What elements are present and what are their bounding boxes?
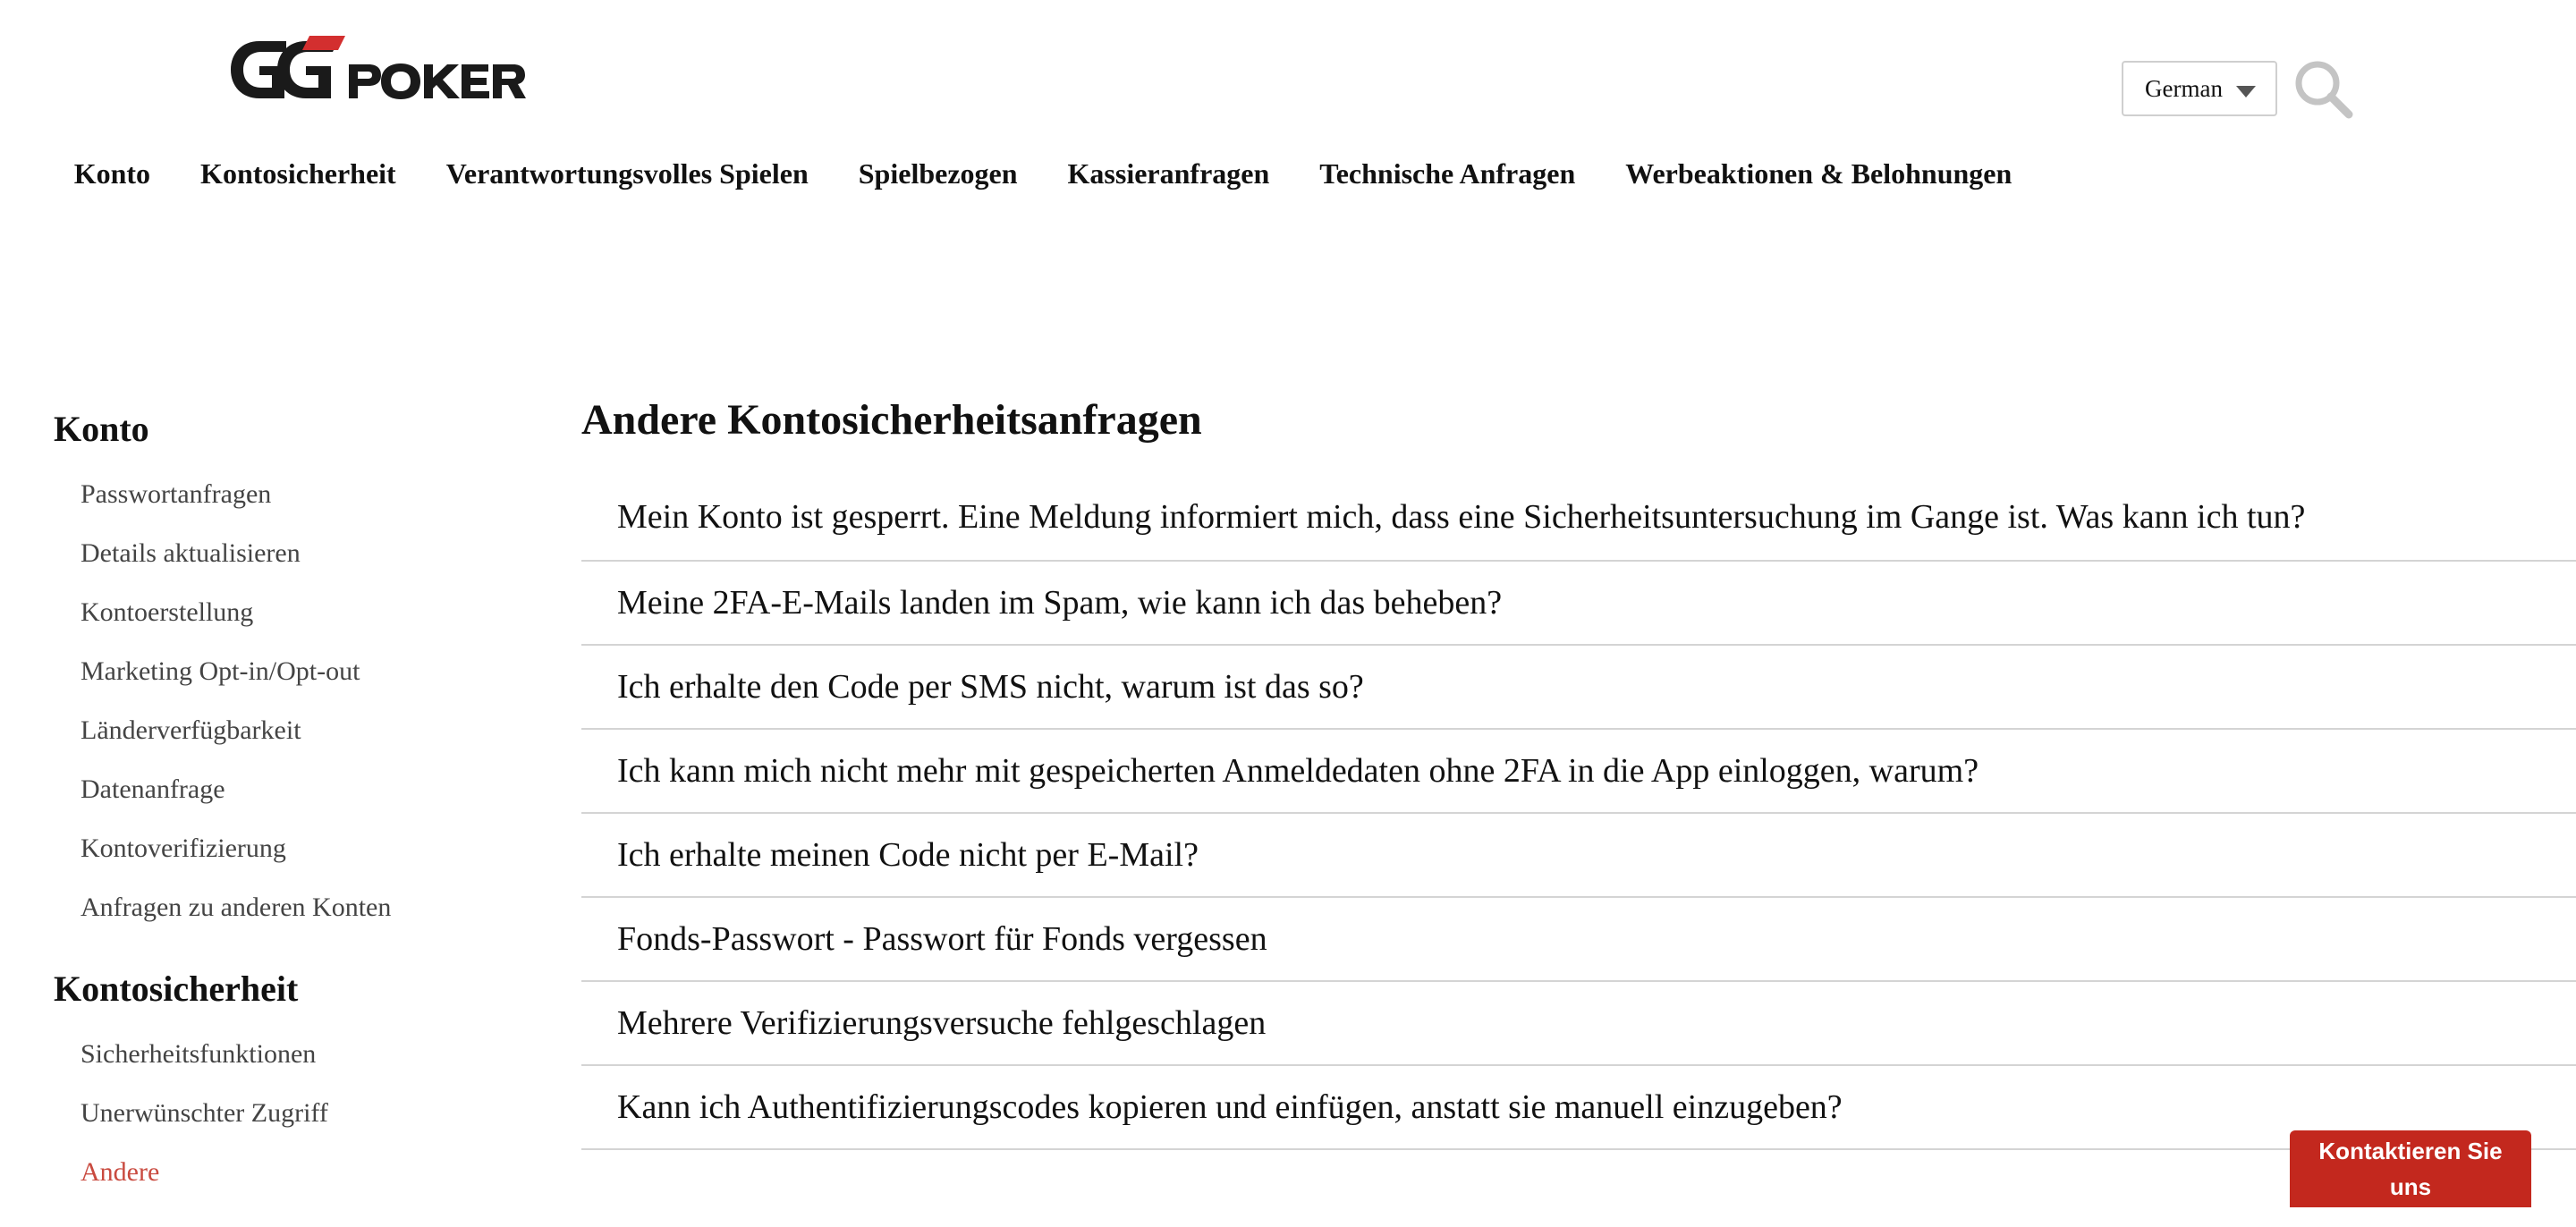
ggpoker-logo[interactable] [227, 36, 528, 106]
sidebar-list-konto: Passwortanfragen Details aktualisieren K… [54, 465, 555, 937]
search-button[interactable] [2293, 59, 2354, 120]
faq-item[interactable]: Meine 2FA-E-Mails landen im Spam, wie ka… [581, 562, 2576, 646]
faq-item[interactable]: Ich kann mich nicht mehr mit gespeichert… [581, 730, 2576, 814]
nav-item-spielbezogen[interactable]: Spielbezogen [834, 157, 1043, 190]
faq-list: Mein Konto ist gesperrt. Eine Meldung in… [581, 474, 2576, 1150]
sidebar-item-passwortanfragen[interactable]: Passwortanfragen [54, 465, 555, 524]
main-nav: Konto Kontosicherheit Verantwortungsvoll… [0, 157, 2111, 190]
faq-item[interactable]: Ich erhalte meinen Code nicht per E-Mail… [581, 814, 2576, 898]
sidebar-item-sicherheitsfunktionen[interactable]: Sicherheitsfunktionen [54, 1025, 555, 1084]
nav-item-technische-anfragen[interactable]: Technische Anfragen [1294, 157, 1600, 190]
sidebar-item-andere-konten[interactable]: Anfragen zu anderen Konten [54, 878, 555, 937]
sidebar-heading-kontosicherheit[interactable]: Kontosicherheit [54, 962, 555, 1016]
nav-item-kontosicherheit[interactable]: Kontosicherheit [175, 157, 421, 190]
chevron-down-icon [2236, 86, 2256, 97]
search-icon [2295, 61, 2353, 119]
sidebar-item-marketing-opt-in[interactable]: Marketing Opt-in/Opt-out [54, 642, 555, 701]
language-select-value: German [2145, 74, 2223, 102]
sidebar-item-datenanfrage[interactable]: Datenanfrage [54, 760, 555, 819]
nav-item-werbeaktionen[interactable]: Werbeaktionen & Belohnungen [1600, 157, 2037, 190]
sidebar-item-andere[interactable]: Andere [54, 1143, 555, 1202]
category-sidebar: Konto Passwortanfragen Details aktualisi… [54, 402, 555, 1227]
nav-item-verantwortungsvolles-spielen[interactable]: Verantwortungsvolles Spielen [421, 157, 834, 190]
nav-item-konto[interactable]: Konto [74, 157, 175, 190]
sidebar-heading-konto[interactable]: Konto [54, 402, 555, 456]
faq-item[interactable]: Kann ich Authentifizierungscodes kopiere… [581, 1066, 2576, 1150]
sidebar-list-kontosicherheit: Sicherheitsfunktionen Unerwünschter Zugr… [54, 1025, 555, 1202]
nav-item-kassieranfragen[interactable]: Kassieranfragen [1043, 157, 1295, 190]
sidebar-item-kontoverifizierung[interactable]: Kontoverifizierung [54, 819, 555, 878]
faq-content: Andere Kontosicherheitsanfragen Mein Kon… [581, 393, 2576, 1150]
faq-item[interactable]: Mehrere Verifizierungsversuche fehlgesch… [581, 982, 2576, 1066]
sidebar-item-laenderverfuegbarkeit[interactable]: Länderverfügbarkeit [54, 701, 555, 760]
sidebar-item-details-aktualisieren[interactable]: Details aktualisieren [54, 524, 555, 583]
faq-item[interactable]: Mein Konto ist gesperrt. Eine Meldung in… [581, 474, 2576, 562]
ggpoker-logo-icon [231, 36, 526, 99]
faq-item[interactable]: Fonds-Passwort - Passwort für Fonds verg… [581, 898, 2576, 982]
language-select[interactable]: German [2122, 61, 2277, 116]
contact-us-button[interactable]: Kontaktieren Sie uns [2290, 1130, 2531, 1207]
faq-item[interactable]: Ich erhalte den Code per SMS nicht, waru… [581, 646, 2576, 730]
sidebar-item-kontoerstellung[interactable]: Kontoerstellung [54, 583, 555, 642]
sidebar-item-unerwuenschter-zugriff[interactable]: Unerwünschter Zugriff [54, 1084, 555, 1143]
page-title: Andere Kontosicherheitsanfragen [581, 396, 1202, 444]
